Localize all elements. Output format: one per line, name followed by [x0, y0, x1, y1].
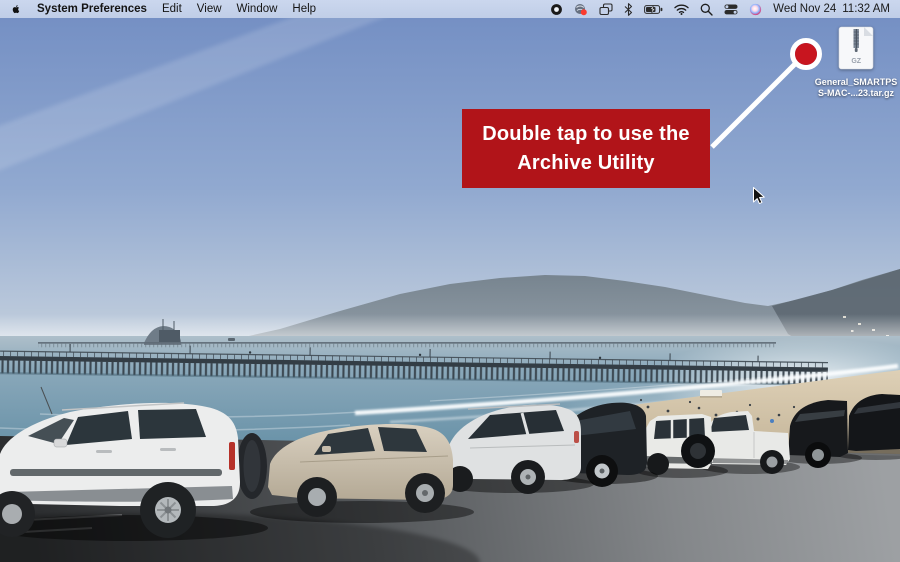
menu-date: Wed Nov 24 [773, 3, 836, 15]
beach-canopy [700, 390, 722, 397]
mouse-cursor [752, 186, 766, 206]
tooltip-archive-utility: Double tap to use the Archive Utility [462, 109, 710, 188]
desktop-wallpaper [0, 18, 900, 562]
file-label-line2: S-MAC-...23.tar.gz [797, 88, 900, 99]
bluetooth-icon[interactable] [624, 3, 633, 16]
badged-app-icon[interactable] [574, 3, 588, 16]
menu-time: 11:32 AM [842, 3, 890, 15]
battery-charging-icon[interactable] [644, 5, 663, 14]
siri-icon[interactable] [749, 3, 762, 16]
menu-help[interactable]: Help [292, 3, 316, 15]
spotlight-search-icon[interactable] [700, 3, 713, 16]
menu-edit[interactable]: Edit [162, 3, 182, 15]
menu-view[interactable]: View [197, 3, 222, 15]
gz-file-icon: GZ [838, 57, 874, 74]
menu-window[interactable]: Window [237, 3, 278, 15]
gz-badge: GZ [851, 58, 861, 65]
apple-menu[interactable] [10, 2, 22, 16]
window-copy-icon[interactable] [599, 3, 613, 16]
menu-app-name[interactable]: System Preferences [37, 3, 147, 15]
canopy-shadow [700, 396, 722, 398]
wifi-icon[interactable] [674, 4, 689, 15]
beach-photo [0, 18, 900, 562]
menu-clock[interactable]: Wed Nov 24 11:32 AM [773, 3, 890, 15]
control-center-icon[interactable] [724, 4, 738, 15]
umbrella-blue [770, 419, 774, 423]
tooltip-line1: Double tap to use the [462, 120, 710, 149]
file-label: General_SMARTPS S-MAC-...23.tar.gz [797, 77, 900, 98]
file-label-line1: General_SMARTPS [797, 77, 900, 88]
file-targz[interactable]: GZ General_SMARTPS S-MAC-...23.tar.gz [797, 26, 900, 98]
menu-bar: System Preferences Edit View Window Help [0, 0, 900, 18]
tooltip-line2: Archive Utility [462, 149, 710, 178]
record-indicator-icon[interactable] [550, 3, 563, 16]
